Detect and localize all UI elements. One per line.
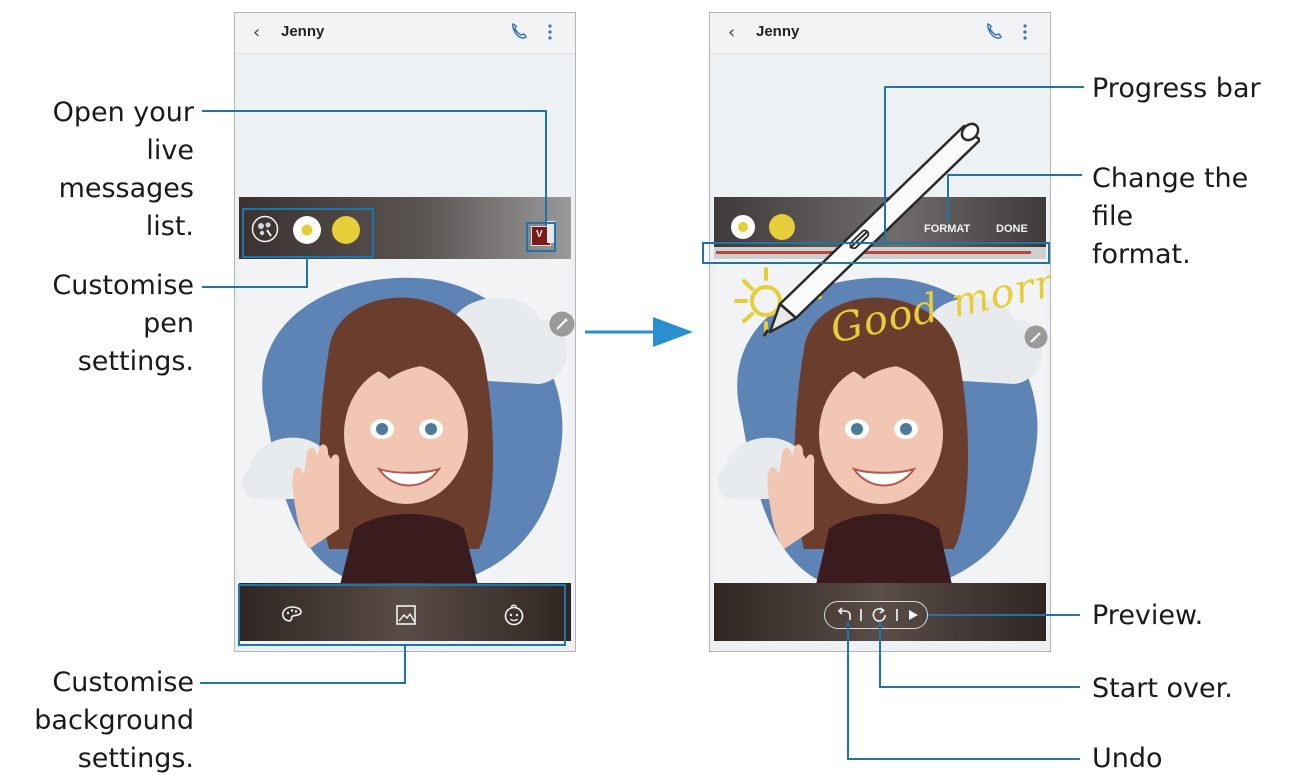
header-bar: ‹ Jenny — [710, 13, 1050, 54]
undo-icon[interactable] — [836, 607, 854, 623]
contact-name: Jenny — [281, 23, 325, 40]
more-options-icon[interactable] — [547, 23, 553, 41]
stylus-pen-illustration — [762, 122, 980, 337]
leader-line — [545, 110, 547, 226]
play-icon[interactable] — [906, 608, 920, 622]
back-icon[interactable]: ‹ — [728, 22, 735, 43]
leader-line — [928, 614, 1080, 616]
done-button[interactable]: DONE — [996, 223, 1028, 235]
more-options-icon[interactable] — [1022, 23, 1028, 41]
callout-start-over: Start over. — [1092, 673, 1233, 704]
right-phone-screen: ‹ Jenny FORMAT DONE Good morning! — [709, 12, 1051, 652]
leader-line — [200, 682, 406, 684]
leader-line — [202, 286, 308, 288]
leader-line — [306, 256, 308, 288]
avatar-canvas — [239, 259, 571, 589]
leader-line — [847, 758, 1080, 760]
callout-preview: Preview. — [1092, 600, 1204, 631]
callout-undo: Undo — [1092, 743, 1163, 774]
highlight-box-progress — [702, 242, 1050, 264]
call-icon[interactable] — [984, 21, 1004, 41]
highlight-box-pen-settings — [242, 208, 374, 258]
leader-line — [202, 110, 547, 112]
pen-tool-icon[interactable] — [1024, 325, 1048, 349]
highlight-box-background — [238, 584, 566, 646]
leader-line — [879, 622, 881, 688]
left-phone-screen: ‹ Jenny V — [234, 12, 576, 652]
highlight-box-live-list — [526, 222, 556, 252]
leader-line — [947, 174, 949, 222]
contact-name: Jenny — [756, 23, 800, 40]
callout-pen-settings: Customise pen settings. — [52, 270, 194, 377]
callout-progress-bar: Progress bar — [1092, 73, 1261, 104]
divider — [896, 609, 898, 621]
callout-file-format: Change the file format. — [1092, 163, 1249, 270]
callout-background-settings: Customise background settings. — [34, 667, 194, 774]
transition-arrow — [585, 317, 693, 347]
leader-line — [847, 622, 849, 760]
callout-open-list: Open your live messages list. — [52, 97, 194, 242]
leader-line — [948, 174, 1082, 176]
leader-line — [884, 86, 886, 244]
leader-line — [404, 644, 406, 684]
pen-tool-icon[interactable] — [549, 311, 575, 337]
leader-line — [885, 86, 1084, 88]
leader-line — [879, 686, 1080, 688]
header-bar: ‹ Jenny — [235, 13, 575, 54]
back-icon[interactable]: ‹ — [253, 22, 260, 43]
call-icon[interactable] — [509, 21, 529, 41]
divider — [860, 609, 862, 621]
